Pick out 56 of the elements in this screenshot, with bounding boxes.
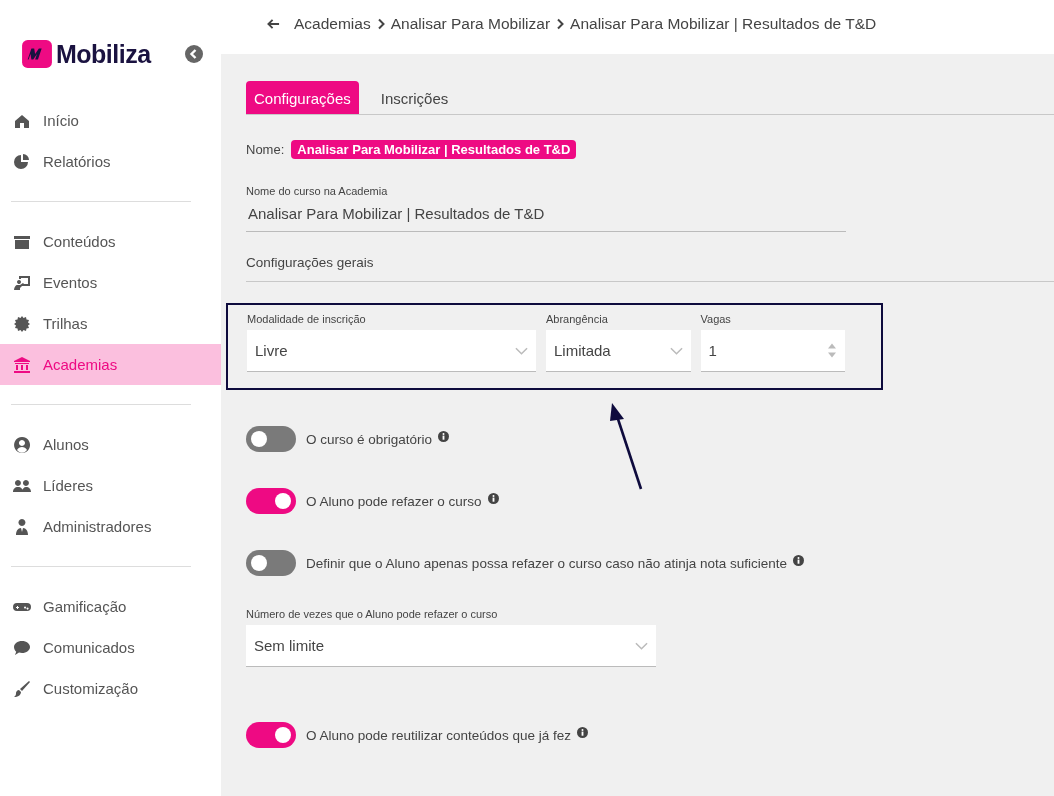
chevron-down-icon bbox=[669, 346, 683, 355]
nav-item[interactable]: Líderes bbox=[0, 465, 221, 506]
speech-bubble-icon bbox=[12, 638, 32, 657]
logo-icon bbox=[22, 40, 52, 68]
chevron-right-icon bbox=[556, 18, 565, 30]
name-label: Nome: bbox=[246, 142, 285, 157]
paintbrush-icon bbox=[12, 679, 32, 698]
breadcrumb-link[interactable]: Analisar Para Mobilizar | Resultados de T&D bbox=[570, 15, 877, 33]
toggle-label: O Aluno pode refazer o curso bbox=[306, 493, 482, 509]
info-icon[interactable] bbox=[487, 492, 499, 504]
number-field[interactable]: 1 bbox=[700, 330, 845, 372]
toggle-switch[interactable] bbox=[246, 426, 296, 452]
section-title: Configurações gerais bbox=[246, 255, 1054, 282]
nav-item[interactable]: Eventos bbox=[0, 262, 221, 303]
select-field[interactable]: Limitada bbox=[546, 330, 691, 372]
logo-text: Mobiliza bbox=[56, 39, 151, 69]
nav-item[interactable]: Relatórios bbox=[0, 141, 221, 182]
nav-item[interactable]: Gamificação bbox=[0, 586, 221, 627]
field-label: Abrangência bbox=[546, 313, 609, 325]
toggle-label: O Aluno pode reutilizar conteúdos que já fez bbox=[306, 727, 571, 743]
nav-item[interactable]: Customização bbox=[0, 668, 221, 709]
tab[interactable]: Inscrições bbox=[372, 81, 457, 114]
chevron-down-icon bbox=[515, 346, 528, 355]
nav-item[interactable]: Trilhas bbox=[0, 303, 221, 344]
select-field[interactable]: Sem limite bbox=[246, 625, 656, 667]
toggle-switch[interactable] bbox=[246, 722, 296, 748]
chevron-down-icon bbox=[635, 641, 648, 650]
back-arrow-icon[interactable] bbox=[267, 18, 280, 30]
pie-chart-icon bbox=[12, 152, 32, 171]
select-field[interactable]: Livre bbox=[247, 330, 536, 372]
course-name-field[interactable]: Analisar Para Mobilizar | Resultados de T&D bbox=[246, 197, 846, 232]
nav-item[interactable]: Comunicados bbox=[0, 627, 221, 668]
field-label: Número de vezes que o Aluno pode refazer o curso bbox=[246, 608, 499, 620]
collapse-icon[interactable] bbox=[185, 45, 203, 63]
breadcrumb-link[interactable]: Academias bbox=[294, 15, 371, 33]
field-label: Modalidade de inscrição bbox=[247, 313, 367, 325]
info-icon[interactable] bbox=[438, 430, 450, 442]
toggle-label: O curso é obrigatório bbox=[306, 431, 433, 447]
gear-icon bbox=[12, 314, 32, 333]
bank-icon bbox=[12, 355, 32, 374]
nav-item[interactable]: Conteúdos bbox=[0, 221, 221, 262]
chevron-right-icon bbox=[376, 18, 385, 30]
info-icon[interactable] bbox=[793, 554, 805, 566]
nav-item[interactable]: Alunos bbox=[0, 424, 221, 465]
name-badge: Analisar Para Mobilizar | Resultados de T&D bbox=[291, 140, 577, 159]
nav-item[interactable]: Administradores bbox=[0, 506, 221, 547]
toggle-switch[interactable] bbox=[246, 550, 296, 576]
nav-item[interactable]: Início bbox=[0, 100, 221, 141]
toggle-label: Definir que o Aluno apenas possa refazer o curso caso não atinja nota suficiente bbox=[306, 555, 788, 571]
breadcrumb-link[interactable]: Analisar Para Mobilizar bbox=[390, 15, 551, 33]
tab[interactable]: Configurações bbox=[246, 81, 359, 114]
field-label: Vagas bbox=[700, 313, 732, 325]
info-icon[interactable] bbox=[576, 726, 588, 738]
field-label: Nome do curso na Academia bbox=[246, 185, 389, 197]
presentation-icon bbox=[12, 273, 32, 292]
toggle-switch[interactable] bbox=[246, 488, 296, 514]
